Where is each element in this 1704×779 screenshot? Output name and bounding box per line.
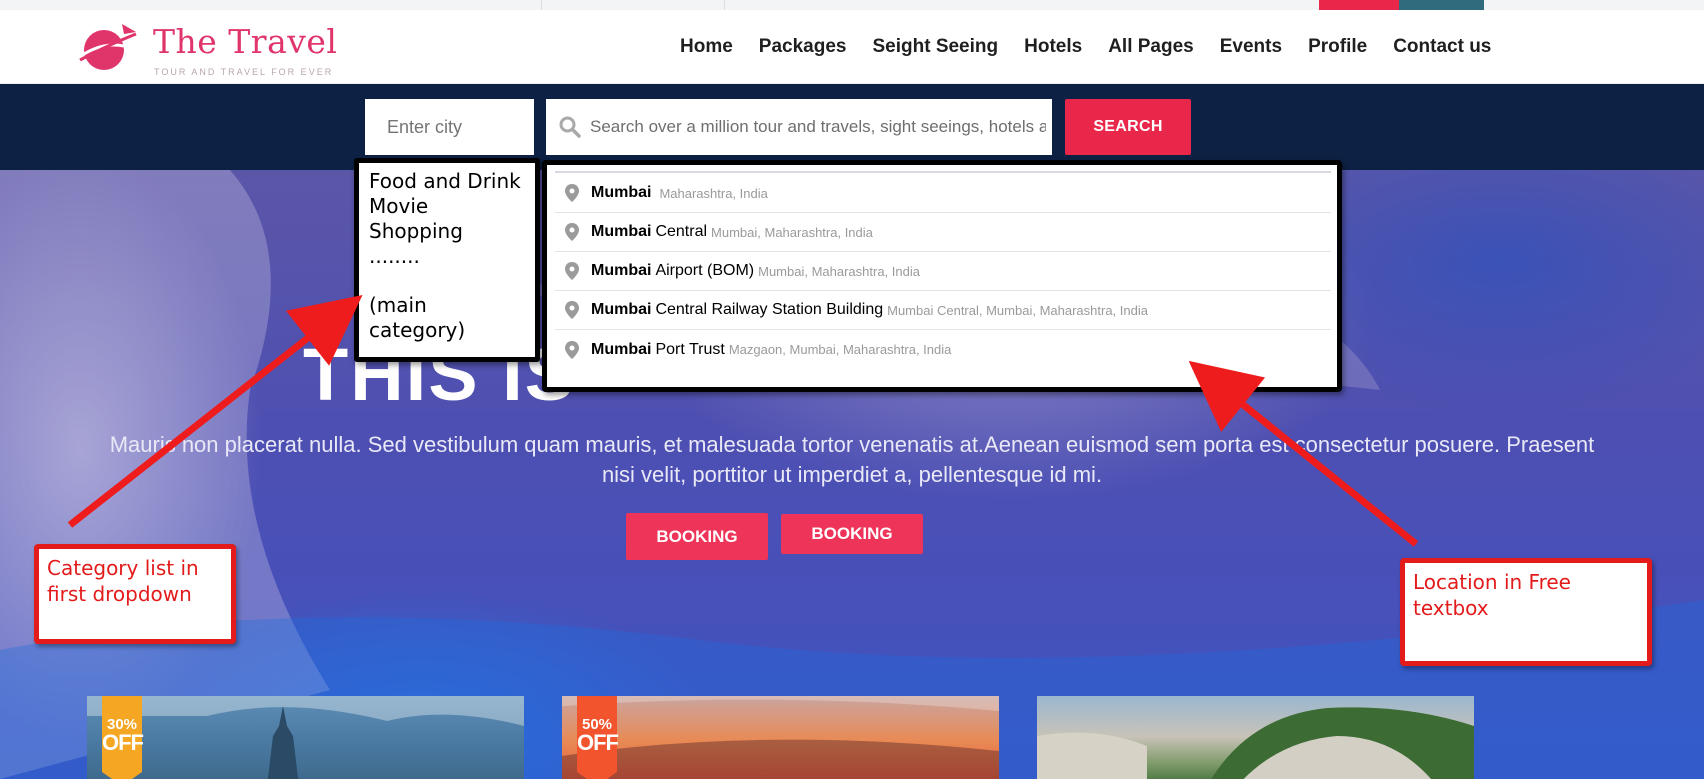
suggestion-name: Central Railway Station Building (655, 301, 884, 318)
search-field[interactable] (546, 99, 1052, 155)
logo-tagline: TOUR AND TRAVEL FOR EVER (154, 67, 334, 77)
category-note-line: (main (369, 293, 427, 317)
booking-button-secondary[interactable]: BOOKING (781, 514, 923, 554)
city-input[interactable] (365, 99, 534, 155)
map-pin-icon (565, 223, 579, 241)
top-utility-strip (0, 0, 1704, 10)
package-card[interactable]: 30% OFF (87, 696, 524, 779)
annotation-text: Location in Free (1413, 570, 1571, 594)
search-icon (559, 116, 581, 138)
location-suggestion[interactable]: Mumbai Central Railway Station Building … (555, 291, 1331, 330)
discount-off-label: OFF (577, 730, 619, 755)
sunset-city-image (562, 696, 999, 779)
suggestion-name: Central (655, 223, 708, 240)
location-suggestion[interactable]: Mumbai Port Trust Mazgaon, Mumbai, Mahar… (555, 330, 1331, 369)
discount-ribbon: 50% OFF (577, 696, 619, 779)
nav-packages[interactable]: Packages (759, 36, 847, 58)
suggestion-name: Airport (BOM) (655, 262, 755, 279)
category-option[interactable]: Shopping (369, 219, 535, 244)
location-suggestions: Mumbai Maharashtra, India Mumbai Central… (542, 160, 1342, 392)
suggestions-divider (555, 171, 1331, 173)
annotation-callout-category: Category list in first dropdown (34, 544, 236, 644)
search-button[interactable]: SEARCH (1065, 99, 1191, 155)
annotation-text: first dropdown (47, 582, 192, 606)
category-note-line: category) (369, 318, 466, 342)
hero-description: Mauris non placerat nulla. Sed vestibulu… (109, 432, 1595, 487)
discount-ribbon: 30% OFF (102, 696, 144, 779)
category-option[interactable]: Food and Drink (369, 169, 535, 194)
annotation-callout-location: Location in Free textbox (1400, 558, 1652, 666)
nav-profile[interactable]: Profile (1308, 36, 1367, 58)
map-pin-icon (565, 340, 579, 359)
location-suggestion[interactable]: Mumbai Airport (BOM) Mumbai, Maharashtra… (555, 252, 1331, 291)
planet-plane-icon (79, 24, 137, 70)
map-pin-icon (565, 262, 579, 280)
suggestion-match: Mumbai (591, 184, 652, 201)
suggestion-region: Mazgaon, Mumbai, Maharashtra, India (728, 342, 952, 357)
statue-of-liberty-image (87, 696, 524, 779)
location-suggestion[interactable]: Mumbai Central Mumbai, Maharashtra, Indi… (555, 213, 1331, 252)
coastal-cliff-image (1037, 707, 1474, 779)
booking-button-primary[interactable]: BOOKING (626, 513, 768, 560)
annotation-text: Category list in (47, 556, 199, 580)
category-option[interactable]: Movie (369, 194, 535, 219)
suggestion-region: Mumbai, Maharashtra, India (711, 224, 873, 240)
suggestion-match: Mumbai (591, 262, 652, 279)
suggestion-match: Mumbai (591, 301, 652, 318)
main-nav: Home Packages Seight Seeing Hotels All P… (680, 10, 1491, 84)
suggestion-match: Mumbai (591, 223, 652, 240)
nav-sight-seeing[interactable]: Seight Seeing (872, 36, 998, 58)
location-suggestion[interactable]: Mumbai Maharashtra, India (555, 174, 1331, 213)
nav-home[interactable]: Home (680, 36, 733, 58)
nav-events[interactable]: Events (1220, 36, 1282, 58)
category-dropdown: Food and Drink Movie Shopping ........ (… (354, 158, 540, 362)
top-strip-teal-block[interactable] (1399, 0, 1484, 10)
logo-title: The Travel (153, 22, 338, 61)
site-header: The Travel TOUR AND TRAVEL FOR EVER Home… (0, 10, 1704, 84)
suggestion-name: Port Trust (655, 340, 725, 358)
search-input[interactable] (590, 99, 1046, 155)
site-logo[interactable]: The Travel TOUR AND TRAVEL FOR EVER (78, 18, 348, 78)
discount-off-label: OFF (102, 730, 144, 755)
package-card[interactable]: 50% OFF (562, 696, 999, 779)
suggestion-region: Mumbai, Maharashtra, India (758, 263, 920, 279)
map-pin-icon (565, 301, 579, 319)
suggestion-region: Mumbai Central, Mumbai, Maharashtra, Ind… (887, 302, 1148, 318)
category-ellipsis: ........ (369, 244, 420, 268)
top-strip-red-block[interactable] (1319, 0, 1399, 10)
suggestion-match: Mumbai (591, 340, 652, 358)
nav-all-pages[interactable]: All Pages (1108, 36, 1194, 58)
nav-hotels[interactable]: Hotels (1024, 36, 1082, 58)
category-note: (main category) (369, 293, 535, 343)
nav-contact-us[interactable]: Contact us (1393, 36, 1491, 58)
suggestion-region: Maharashtra, India (659, 185, 768, 201)
annotation-text: textbox (1413, 596, 1489, 620)
top-strip-divider (541, 0, 542, 10)
package-card[interactable] (1037, 696, 1474, 779)
top-strip-divider (724, 0, 725, 10)
map-pin-icon (565, 184, 579, 202)
